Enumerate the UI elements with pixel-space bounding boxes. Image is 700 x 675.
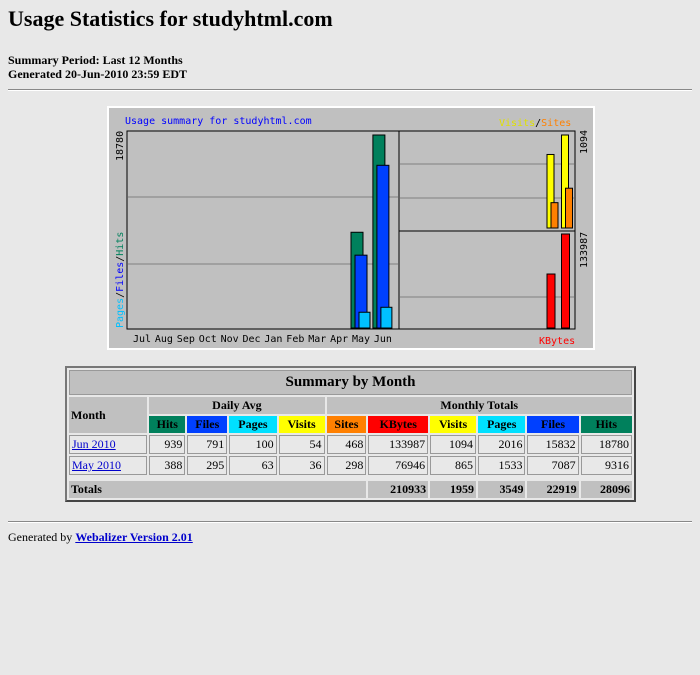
col-header-pages: Pages <box>229 416 277 433</box>
total-cell: 28096 <box>580 481 632 498</box>
month-label: Dec <box>243 334 261 345</box>
chart-plot <box>126 130 576 330</box>
value-cell: 1094 <box>430 435 476 454</box>
col-header-kbytes: KBytes <box>368 416 429 433</box>
kbytes-bar <box>546 273 556 329</box>
total-cell: 1959 <box>430 481 476 498</box>
month-label: May <box>352 334 370 345</box>
page-title: Usage Statistics for studyhtml.com <box>8 6 333 31</box>
month-cell: May 2010 <box>69 456 148 475</box>
value-cell: 54 <box>278 435 325 454</box>
value-cell: 468 <box>326 435 367 454</box>
total-cell: 210933 <box>368 481 429 498</box>
value-cell: 791 <box>187 435 228 454</box>
daily-avg-header: Daily Avg <box>149 397 325 414</box>
divider <box>8 89 692 91</box>
sites-bar <box>565 187 573 229</box>
col-header-files: Files <box>527 416 579 433</box>
report-meta: Summary Period: Last 12 Months Generated… <box>8 53 187 81</box>
value-cell: 865 <box>430 456 476 475</box>
pages-bar <box>380 306 393 329</box>
kbytes-bar <box>561 233 570 329</box>
totals-label: Totals <box>69 481 367 498</box>
value-cell: 298 <box>326 456 367 475</box>
chart-title: Usage summary for studyhtml.com <box>125 116 312 127</box>
month-label: Apr <box>330 334 348 345</box>
max-hits-label: 18780 <box>115 131 126 161</box>
col-header-pages: Pages <box>478 416 526 433</box>
value-cell: 9316 <box>580 456 632 475</box>
value-cell: 133987 <box>368 435 429 454</box>
value-cell: 1533 <box>478 456 526 475</box>
value-cell: 63 <box>229 456 277 475</box>
month-label: Feb <box>286 334 304 345</box>
left-legend: Pages/Files/Hits <box>115 232 126 328</box>
pages-bar <box>358 311 371 329</box>
table-row: May 2010 388 295 63 36 298 76946 865 1533 7087 931… <box>69 456 632 475</box>
col-header-hits: Hits <box>149 416 186 433</box>
month-link[interactable]: Jun 2010 <box>72 437 116 451</box>
value-cell: 295 <box>187 456 228 475</box>
max-visits-label: 1094 <box>579 130 590 154</box>
table-row: Jun 2010 939 791 100 54 468 133987 1094 2016 1583… <box>69 435 632 454</box>
month-label: Nov <box>221 334 239 345</box>
value-cell: 15832 <box>527 435 579 454</box>
month-label: Jun <box>374 334 392 345</box>
value-cell: 100 <box>229 435 277 454</box>
table-title: Summary by Month <box>69 370 632 395</box>
summary-period: Summary Period: Last 12 Months <box>8 53 183 67</box>
month-label: Jul <box>133 334 151 345</box>
divider <box>8 521 692 523</box>
month-label: Oct <box>199 334 217 345</box>
value-cell: 76946 <box>368 456 429 475</box>
month-cell: Jun 2010 <box>69 435 148 454</box>
kbytes-legend: KBytes <box>539 336 575 347</box>
files-bar <box>376 164 390 329</box>
footer-text: Generated by <box>8 530 73 544</box>
col-header-visits: Visits <box>430 416 476 433</box>
right-top-legend: Visits/Sites <box>499 118 571 129</box>
col-header-sites: Sites <box>326 416 367 433</box>
col-header-visits: Visits <box>278 416 325 433</box>
max-kbytes-label: 133987 <box>579 232 590 268</box>
col-header-files: Files <box>187 416 228 433</box>
month-label: Aug <box>155 334 173 345</box>
value-cell: 939 <box>149 435 186 454</box>
footer: Generated by Webalizer Version 2.01 <box>8 530 193 545</box>
col-header-hits: Hits <box>580 416 632 433</box>
value-cell: 388 <box>149 456 186 475</box>
value-cell: 36 <box>278 456 325 475</box>
value-cell: 7087 <box>527 456 579 475</box>
webalizer-link[interactable]: Webalizer Version 2.01 <box>75 530 192 544</box>
month-link[interactable]: May 2010 <box>72 458 121 472</box>
sites-bar <box>550 202 559 229</box>
month-label: Sep <box>177 334 195 345</box>
monthly-totals-header: Monthly Totals <box>326 397 632 414</box>
value-cell: 18780 <box>580 435 632 454</box>
usage-chart: Usage summary for studyhtml.com Visits/S… <box>107 106 595 350</box>
total-cell: 3549 <box>478 481 526 498</box>
month-label: Mar <box>308 334 326 345</box>
summary-table: Summary by Month Month Daily Avg Monthly… <box>65 366 636 502</box>
generated-date: Generated 20-Jun-2010 23:59 EDT <box>8 67 187 81</box>
month-header: Month <box>69 397 148 433</box>
total-cell: 22919 <box>527 481 579 498</box>
month-label: Jan <box>264 334 282 345</box>
value-cell: 2016 <box>478 435 526 454</box>
